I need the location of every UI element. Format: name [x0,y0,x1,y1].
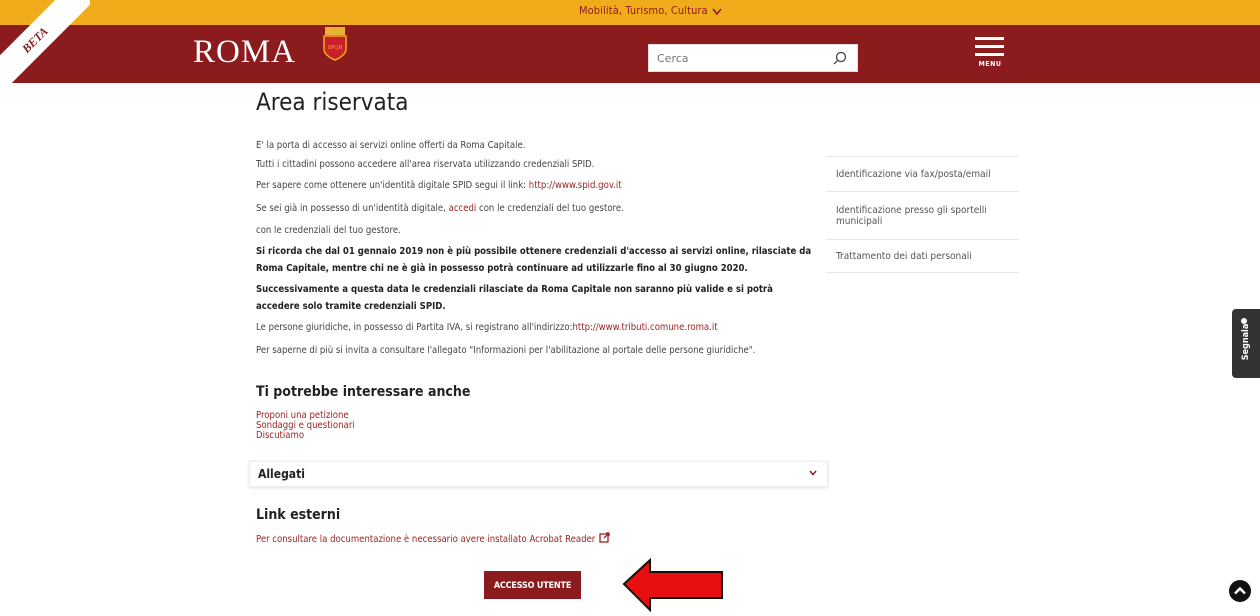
spid-paragraph: Tutti i cittadini possono accedere all'a… [256,159,595,170]
beta-label: BETA [19,24,51,56]
user-access-button[interactable]: ACCESSO UTENTE [484,571,581,599]
sidebar-nav: Identificazione via fax/posta/email Iden… [826,156,1019,273]
roma-crest-icon: SPQR [323,27,347,61]
login-paragraph: Se sei già in possesso di un'identità di… [256,203,624,214]
related-heading: Ti potrebbe interessare anche [256,384,471,400]
top-utility-bar: Mobilità, Turismo, Cultura [0,0,1260,25]
legal-entities-paragraph: Le persone giuridiche, in possesso di Pa… [256,322,718,333]
notice-paragraph-1: Si ricorda che dal 01 gennaio 2019 non è… [256,246,812,274]
login-link[interactable]: accedi [449,203,477,214]
category-menu-label: Mobilità, Turismo, Cultura [579,4,708,17]
feedback-tab[interactable]: Segnala [1232,309,1260,378]
search-box [648,44,858,72]
attachments-accordion[interactable]: Allegati [249,461,828,487]
chevron-down-icon [712,8,722,16]
chevron-down-icon [809,470,817,476]
provider-paragraph: con le credenziali del tuo gestore. [256,225,401,236]
menu-label: MENU [978,60,1002,68]
more-info-paragraph: Per saperne di più si invita a consultar… [256,345,756,356]
main-menu-button[interactable]: MENU [975,37,1005,73]
external-links-heading: Link esterni [256,507,341,523]
category-menu-toggle[interactable]: Mobilità, Turismo, Cultura [579,4,722,17]
notice-paragraph-2: Successivamente a questa data le credenz… [256,284,773,312]
spid-link-paragraph: Per sapere come ottenere un'identità dig… [256,180,622,191]
beta-ribbon: BETA [0,0,90,90]
sidebar-item-privacy[interactable]: Trattamento dei dati personali [826,239,1019,273]
annotation-arrow-icon [622,557,723,613]
search-icon[interactable] [833,51,847,65]
chevron-up-icon [1234,586,1246,595]
sidebar-item-fax[interactable]: Identificazione via fax/posta/email [826,156,1019,191]
search-input[interactable] [649,45,827,71]
feedback-label: Segnala [1241,323,1251,361]
acrobat-reader-link[interactable]: Per consultare la documentazione è neces… [256,532,610,545]
page-title: Area riservata [256,88,409,116]
external-link-icon [599,532,610,543]
svg-text:SPQR: SPQR [327,45,342,51]
hamburger-icon [975,37,1004,40]
roma-logo-text[interactable]: ROMA [193,34,296,71]
intro-paragraph: E' la porta di accesso ai servizi online… [256,140,526,151]
sidebar-item-sportelli[interactable]: Identificazione presso gli sportelli mun… [826,191,1019,239]
site-header: ROMA SPQR MENU [0,25,1260,83]
related-link-discutiamo[interactable]: Discutiamo [256,431,355,441]
scroll-to-top-button[interactable] [1229,580,1251,602]
related-links: Proponi una petizione Sondaggi e questio… [256,411,355,441]
attachments-label: Allegati [258,467,305,481]
tributi-link[interactable]: http://www.tributi.comune.roma.it [572,322,717,333]
spid-link[interactable]: http://www.spid.gov.it [529,180,622,191]
